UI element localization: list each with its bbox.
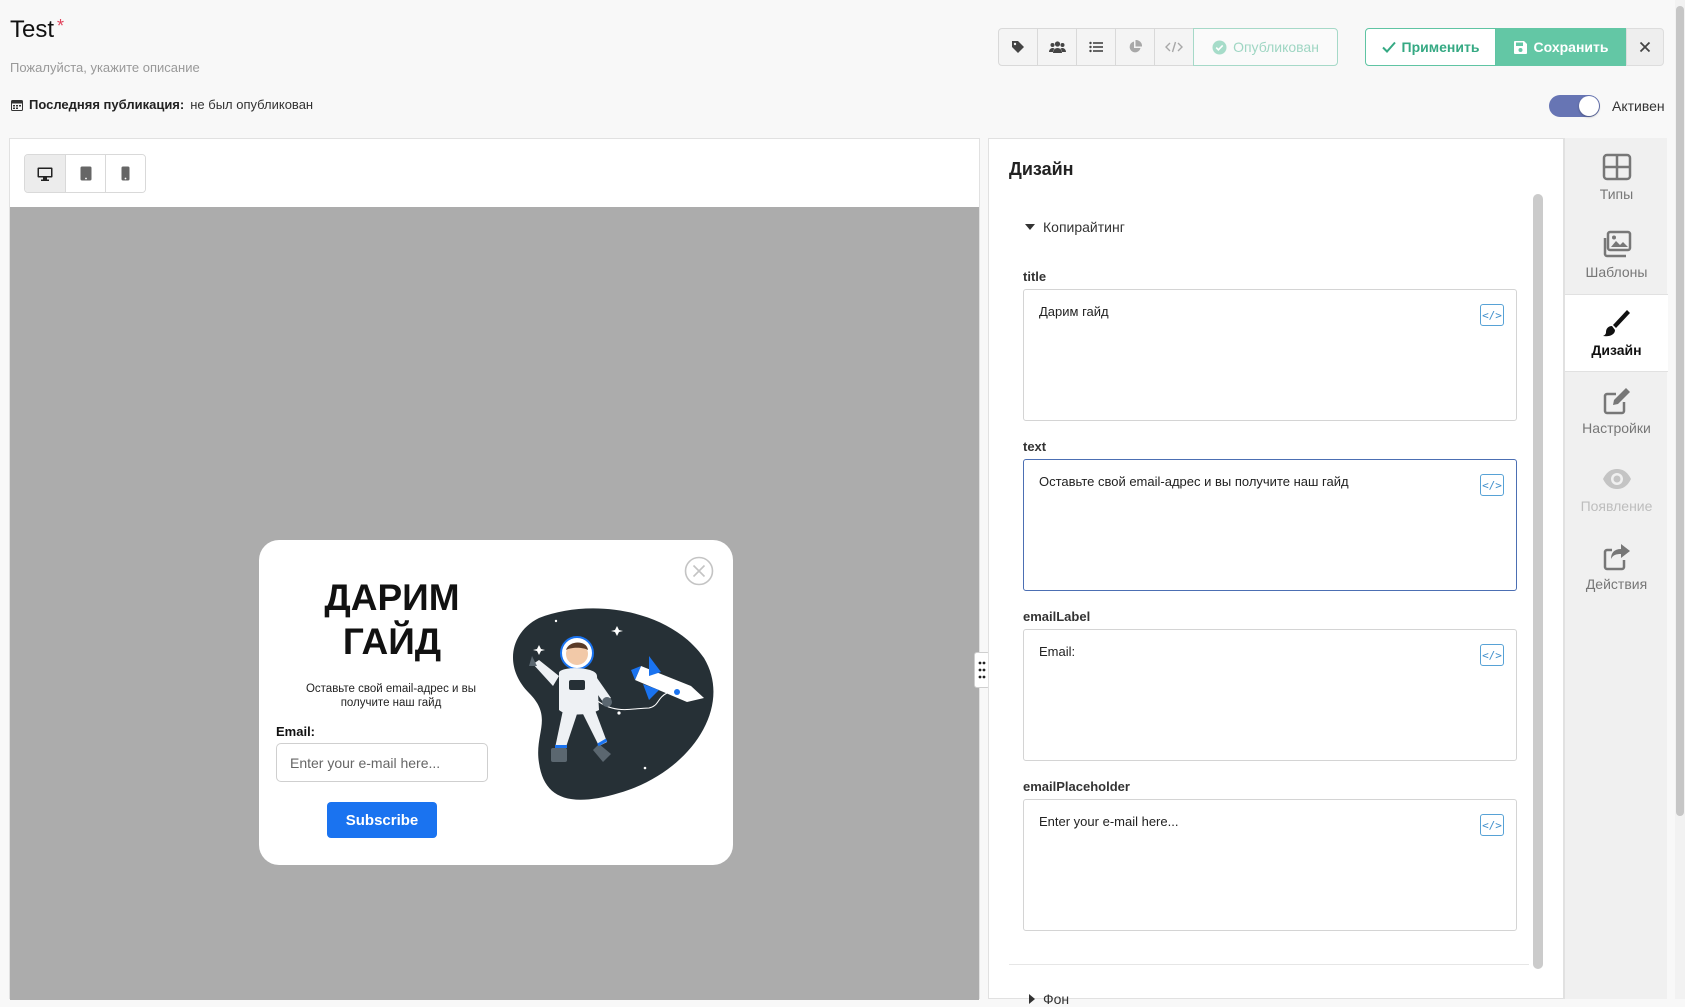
section-divider: [1009, 964, 1529, 965]
desktop-view-button[interactable]: [25, 155, 65, 192]
field-label-text: text: [1023, 439, 1047, 454]
sidebar-item-settings[interactable]: Настройки: [1565, 372, 1668, 450]
audience-button[interactable]: [1037, 28, 1077, 66]
list-button[interactable]: [1076, 28, 1116, 66]
page-title: Test *: [10, 16, 65, 43]
code-icon: [1165, 41, 1183, 53]
preview-pane: Дарим гайд Оставьте свой email-адрес и в…: [9, 138, 980, 1000]
header-actions: Применить Сохранить: [1365, 28, 1664, 66]
brush-icon: [1602, 310, 1630, 337]
close-button[interactable]: [1626, 28, 1664, 66]
tag-icon: [1012, 41, 1024, 53]
caret-down-icon: [1025, 224, 1035, 230]
preview-canvas: Дарим гайд Оставьте свой email-адрес и в…: [10, 207, 979, 1000]
field-label-title: title: [1023, 269, 1047, 284]
last-publication-value: не был опубликован: [190, 97, 314, 112]
users-icon: [1048, 41, 1066, 53]
check-icon: [1381, 41, 1396, 53]
published-status[interactable]: Опубликован: [1193, 28, 1338, 66]
sidebar-item-actions[interactable]: Действия: [1565, 528, 1668, 606]
images-icon: [1603, 230, 1631, 258]
desktop-icon: [37, 167, 53, 181]
header-toolbar: Опубликован: [998, 28, 1338, 66]
required-mark: *: [57, 16, 65, 36]
design-scrollbar[interactable]: [1533, 194, 1543, 969]
tablet-icon: [80, 166, 91, 181]
last-publication-label: Последняя публикация:: [29, 97, 185, 112]
description-placeholder[interactable]: Пожалуйста, укажите описание: [10, 60, 200, 75]
popup-email-input[interactable]: [276, 743, 488, 782]
active-toggle[interactable]: [1549, 95, 1600, 117]
tag-button[interactable]: [998, 28, 1038, 66]
close-icon: [1639, 41, 1651, 53]
eye-icon: [1602, 469, 1631, 489]
field-label-email-label: emailLabel: [1023, 609, 1091, 624]
subscribe-button[interactable]: Subscribe: [327, 802, 437, 838]
published-label: Опубликован: [1233, 39, 1319, 55]
popup-preview: Дарим гайд Оставьте свой email-адрес и в…: [259, 540, 733, 865]
list-icon: [1089, 41, 1103, 53]
drag-handle-icon: [978, 661, 986, 679]
edit-icon: [1603, 388, 1630, 415]
code-insert-icon[interactable]: </>: [1480, 304, 1504, 326]
tablet-view-button[interactable]: [65, 155, 105, 192]
popup-close-icon[interactable]: [684, 556, 714, 586]
sidebar-item-templates[interactable]: Шаблоны: [1565, 216, 1668, 294]
field-email-label-input[interactable]: Email: </>: [1023, 629, 1517, 761]
section-copywriting[interactable]: Копирайтинг: [1025, 219, 1125, 235]
sidebar-item-appearance[interactable]: Появление: [1565, 450, 1668, 528]
device-switcher: [24, 154, 146, 193]
code-insert-icon[interactable]: </>: [1480, 474, 1504, 496]
popup-title: Дарим гайд: [324, 577, 460, 662]
active-label: Активен: [1612, 98, 1665, 114]
scrollbar-thumb[interactable]: [1533, 194, 1543, 969]
mobile-icon: [121, 166, 130, 181]
pie-chart-icon: [1129, 40, 1142, 53]
code-insert-icon[interactable]: </>: [1480, 814, 1504, 836]
calendar-icon: [11, 99, 23, 111]
right-sidebar: Типы Шаблоны Дизайн Настройки Появление …: [1564, 138, 1668, 999]
caret-right-icon: [1029, 994, 1035, 1004]
apply-button[interactable]: Применить: [1365, 28, 1496, 66]
share-icon: [1603, 544, 1630, 571]
save-button[interactable]: Сохранить: [1496, 28, 1626, 66]
section-background[interactable]: Фон: [1029, 991, 1069, 1007]
popup-text: Оставьте свой email-адрес и вы получите …: [305, 683, 477, 709]
grid-icon: [1602, 153, 1631, 181]
sidebar-item-design[interactable]: Дизайн: [1565, 294, 1668, 372]
astronaut-illustration: [512, 608, 714, 800]
mobile-view-button[interactable]: [105, 155, 145, 192]
last-publication: Последняя публикация: не был опубликован: [11, 97, 313, 112]
page-scrollbar[interactable]: [1675, 0, 1685, 999]
page-scrollbar-thumb[interactable]: [1676, 6, 1684, 816]
field-email-placeholder-input[interactable]: Enter your e-mail here... </>: [1023, 799, 1517, 931]
check-circle-icon: [1212, 40, 1227, 54]
field-text-input[interactable]: Оставьте свой email-адрес и вы получите …: [1023, 459, 1517, 591]
code-button[interactable]: [1154, 28, 1194, 66]
code-insert-icon[interactable]: </>: [1480, 644, 1504, 666]
design-heading: Дизайн: [1009, 159, 1074, 179]
toggle-knob: [1579, 96, 1599, 116]
floppy-disk-icon: [1513, 40, 1527, 54]
active-toggle-wrap: Активен: [1549, 95, 1665, 117]
statistics-button[interactable]: [1115, 28, 1155, 66]
field-title-input[interactable]: Дарим гайд </>: [1023, 289, 1517, 421]
design-panel: Дизайн Копирайтинг title Дарим гайд </> …: [988, 138, 1564, 1007]
popup-email-label: Email:: [276, 724, 316, 739]
sidebar-item-types[interactable]: Типы: [1565, 138, 1668, 216]
field-label-email-placeholder: emailPlaceholder: [1023, 779, 1130, 794]
